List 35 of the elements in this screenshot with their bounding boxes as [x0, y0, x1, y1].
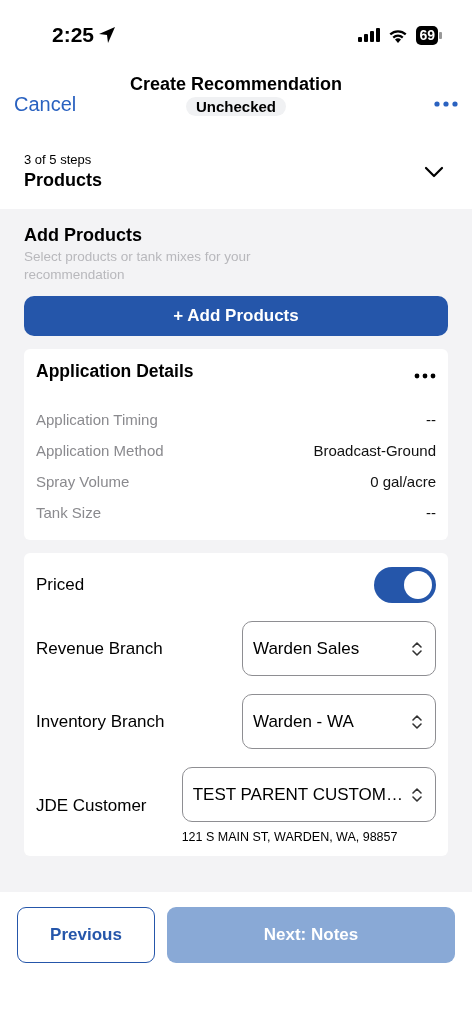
detail-label: Tank Size: [36, 504, 102, 521]
card-title: Application Details: [36, 361, 194, 382]
section-subtitle: Select products or tank mixes for your recommendation: [24, 248, 252, 284]
chevron-up-down-icon: [411, 786, 423, 803]
toggle-switch[interactable]: [374, 567, 436, 603]
field-label: JDE Customer: [36, 795, 147, 816]
detail-value: --: [426, 411, 436, 428]
detail-label: Application Method: [36, 442, 164, 459]
chevron-up-down-icon: [411, 640, 423, 657]
cancel-button[interactable]: Cancel: [14, 92, 77, 116]
status-time: 2:25: [52, 23, 95, 47]
detail-label: Spray Volume: [36, 473, 130, 490]
add-products-button[interactable]: + Add Products: [24, 296, 448, 336]
location-arrow-icon: [98, 26, 117, 44]
detail-value: --: [426, 504, 436, 521]
chevron-up-down-icon: [411, 713, 423, 730]
select-field[interactable]: Warden Sales: [242, 621, 436, 676]
field-label: Inventory Branch: [36, 711, 165, 732]
detail-value: 0 gal/acre: [370, 473, 436, 490]
section-title: Add Products: [24, 225, 143, 246]
select-field[interactable]: TEST PARENT CUSTOM…: [181, 767, 436, 822]
previous-button[interactable]: Previous: [17, 907, 155, 963]
wifi-icon: [388, 27, 409, 43]
status-badge: Unchecked: [185, 97, 286, 116]
screen-title: Create Recommendation: [129, 74, 343, 95]
chevron-down-icon[interactable]: [424, 165, 444, 178]
step-title: Products: [24, 170, 103, 191]
field-label: Revenue Branch: [36, 638, 163, 659]
signal-icon: [358, 28, 381, 42]
address-note: 121 S MAIN ST, WARDEN, WA, 98857: [181, 830, 398, 844]
more-icon[interactable]: [414, 372, 436, 379]
detail-label: Application Timing: [36, 411, 158, 428]
detail-value: Broadcast-Ground: [313, 442, 436, 459]
select-field[interactable]: Warden - WA: [242, 694, 436, 749]
field-label: Priced: [36, 575, 85, 595]
